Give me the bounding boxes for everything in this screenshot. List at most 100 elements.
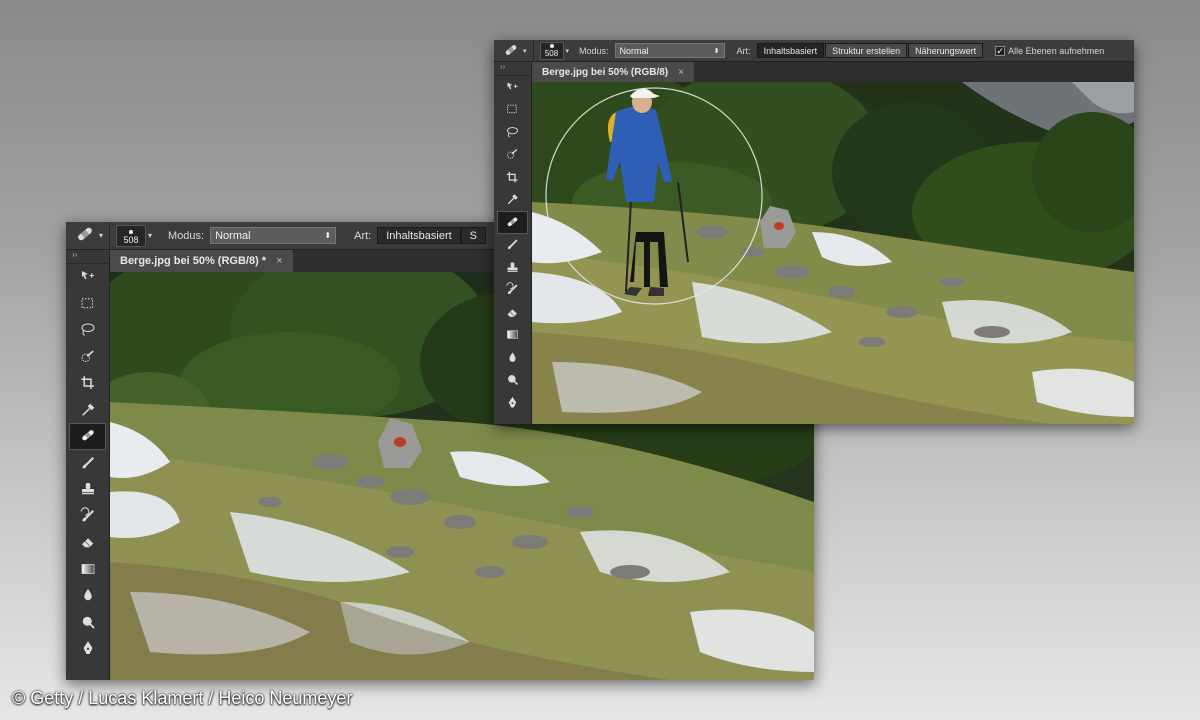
- gradient-tool[interactable]: [494, 324, 531, 347]
- lasso-icon: [79, 321, 97, 339]
- mode-select-value: Normal: [619, 45, 649, 56]
- photo-mountain-trail-hiker: [532, 82, 1134, 424]
- blur-tool[interactable]: [66, 582, 109, 609]
- chevron-down-icon[interactable]: ▾: [99, 231, 103, 240]
- document-canvas[interactable]: [532, 82, 1134, 424]
- quick-selection-icon: [505, 147, 520, 162]
- lasso-icon: [505, 125, 520, 140]
- crop-icon: [505, 170, 520, 185]
- options-bar: ▾ 508 ▾ Modus: Normal ⬍ Art: Inhaltsbasi…: [494, 40, 1134, 62]
- photo-credit: © Getty / Lucas Klamert / Heico Neumeyer: [12, 688, 353, 708]
- mode-select[interactable]: Normal ⬍: [614, 43, 725, 58]
- dodge-tool[interactable]: [66, 609, 109, 636]
- blur-icon: [505, 350, 520, 365]
- clone-stamp-tool[interactable]: [494, 256, 531, 279]
- gradient-tool[interactable]: [66, 556, 109, 583]
- crop-icon: [79, 374, 97, 392]
- history-brush-tool[interactable]: [494, 279, 531, 302]
- brush-tool[interactable]: [66, 450, 109, 477]
- dodge-icon: [505, 372, 520, 387]
- document-tab[interactable]: Berge.jpg bei 50% (RGB/8) ×: [532, 62, 694, 82]
- eyedropper-tool[interactable]: [494, 189, 531, 212]
- clone-stamp-icon: [505, 260, 520, 275]
- pen-icon: [505, 395, 520, 410]
- spot-healing-brush-tool[interactable]: [69, 423, 106, 450]
- marquee-tool[interactable]: [66, 291, 109, 318]
- checkmark-icon: ✓: [995, 45, 1006, 56]
- move-icon: [505, 80, 520, 95]
- active-tool-preset[interactable]: ▾: [74, 222, 111, 249]
- active-tool-preset[interactable]: ▾: [502, 40, 534, 61]
- quick-selection-icon: [79, 348, 97, 366]
- panel-collapse-icon[interactable]: ››: [66, 250, 109, 264]
- type-segmented-control: Inhaltsbasiert Struktur erstellen Näheru…: [756, 43, 984, 58]
- tools-panel: ››: [66, 250, 110, 680]
- marquee-icon: [79, 295, 97, 313]
- type-content-aware-button[interactable]: Inhaltsbasiert: [377, 227, 461, 244]
- spot-healing-brush-icon: [505, 215, 520, 230]
- type-create-texture-button[interactable]: Struktur erstellen: [825, 43, 908, 58]
- tools-panel: ››: [494, 62, 532, 424]
- eraser-tool[interactable]: [494, 301, 531, 324]
- brush-picker-chevron-icon[interactable]: ▾: [148, 231, 152, 240]
- brush-size-picker[interactable]: 508: [116, 224, 147, 247]
- spot-healing-brush-tool[interactable]: [497, 211, 528, 234]
- gradient-icon: [79, 560, 97, 578]
- close-icon[interactable]: ×: [276, 255, 282, 267]
- type-label: Art:: [354, 229, 372, 242]
- crop-tool[interactable]: [494, 166, 531, 189]
- blur-icon: [79, 586, 97, 604]
- close-icon[interactable]: ×: [678, 67, 684, 78]
- type-label: Art:: [736, 45, 751, 56]
- marquee-tool[interactable]: [494, 99, 531, 122]
- move-tool[interactable]: [66, 264, 109, 291]
- brush-size-value: 508: [544, 48, 559, 58]
- document-tab[interactable]: Berge.jpg bei 50% (RGB/8) * ×: [110, 250, 293, 272]
- brush-size-picker[interactable]: 508: [539, 41, 564, 60]
- lasso-tool[interactable]: [494, 121, 531, 144]
- brush-tool[interactable]: [494, 234, 531, 257]
- move-tool[interactable]: [494, 76, 531, 99]
- dodge-tool[interactable]: [494, 369, 531, 392]
- pen-icon: [79, 639, 97, 657]
- history-brush-icon: [505, 282, 520, 297]
- eraser-tool[interactable]: [66, 529, 109, 556]
- document-tabs: Berge.jpg bei 50% (RGB/8) ×: [532, 62, 1134, 82]
- blur-tool[interactable]: [494, 346, 531, 369]
- mode-label: Modus:: [579, 45, 609, 56]
- gradient-icon: [505, 327, 520, 342]
- type-proximity-match-button[interactable]: Näherungswert: [908, 43, 984, 58]
- history-brush-icon: [79, 507, 97, 525]
- quick-selection-tool[interactable]: [494, 144, 531, 167]
- history-brush-tool[interactable]: [66, 503, 109, 530]
- eyedropper-tool[interactable]: [66, 397, 109, 424]
- document-tab-title: Berge.jpg bei 50% (RGB/8) *: [120, 255, 267, 267]
- eyedropper-icon: [79, 401, 97, 419]
- brush-tip-icon: [129, 229, 134, 234]
- crop-tool[interactable]: [66, 370, 109, 397]
- brush-size-value: 508: [123, 234, 139, 245]
- clone-stamp-icon: [79, 480, 97, 498]
- chevron-down-icon[interactable]: ▾: [523, 47, 527, 55]
- quick-selection-tool[interactable]: [66, 344, 109, 371]
- dodge-icon: [79, 613, 97, 631]
- mode-select[interactable]: Normal ⬍: [210, 227, 337, 244]
- lasso-tool[interactable]: [66, 317, 109, 344]
- document-tab-title: Berge.jpg bei 50% (RGB/8): [542, 66, 669, 78]
- updown-arrows-icon: ⬍: [713, 47, 720, 55]
- pen-tool[interactable]: [494, 391, 531, 414]
- pen-tool[interactable]: [66, 635, 109, 662]
- spot-healing-brush-icon: [502, 43, 520, 59]
- panel-collapse-icon[interactable]: ››: [494, 62, 531, 76]
- type-create-texture-button[interactable]: S: [460, 227, 487, 244]
- brush-picker-chevron-icon[interactable]: ▾: [566, 47, 570, 55]
- clone-stamp-tool[interactable]: [66, 476, 109, 503]
- sample-all-layers-checkbox[interactable]: ✓ Alle Ebenen aufnehmen: [995, 45, 1105, 56]
- brush-icon: [505, 237, 520, 252]
- sample-all-layers-label: Alle Ebenen aufnehmen: [1008, 45, 1105, 56]
- eraser-icon: [79, 533, 97, 551]
- brush-tip-icon: [549, 43, 554, 48]
- eyedropper-icon: [505, 192, 520, 207]
- move-icon: [79, 268, 97, 286]
- type-content-aware-button[interactable]: Inhaltsbasiert: [756, 43, 825, 58]
